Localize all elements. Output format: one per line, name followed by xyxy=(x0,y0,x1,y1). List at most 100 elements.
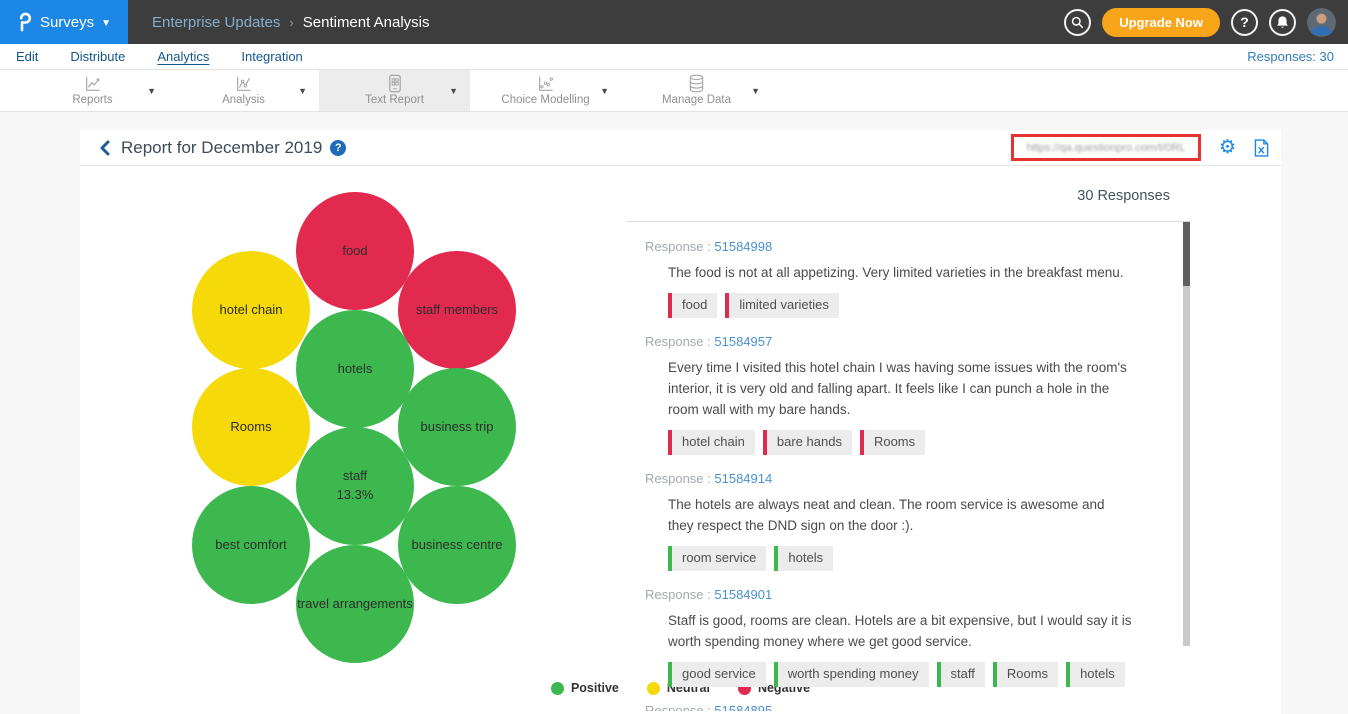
breadcrumb: Enterprise Updates › Sentiment Analysis xyxy=(152,0,429,44)
toolbar-item-manage-data[interactable]: Manage Data ▼ xyxy=(621,70,772,111)
response-label: Response : 51584998 xyxy=(645,239,1160,254)
bubble-staff[interactable]: staff13.3% xyxy=(296,427,414,545)
analytics-toolbar: Reports▼Analysis▼Text Report▼Choice Mode… xyxy=(0,70,1348,112)
bubble-chart: food hotel chain staff members hotels Rooms b… xyxy=(80,166,627,713)
response-tags: hotel chain bare hands Rooms xyxy=(668,430,1160,455)
settings-gear-icon[interactable]: ⚙ xyxy=(1219,138,1236,157)
sentiment-tag-limited-varieties[interactable]: limited varieties xyxy=(725,293,839,318)
chevron-down-icon[interactable]: ▼ xyxy=(449,86,458,96)
bubble-travel-arrangements[interactable]: travel arrangements xyxy=(296,545,414,663)
response-id-link[interactable]: 51584998 xyxy=(714,239,772,254)
sentiment-tag-food[interactable]: food xyxy=(668,293,717,318)
bubble-label: hotels xyxy=(338,360,373,379)
bubble-business-trip[interactable]: business trip xyxy=(398,368,516,486)
responses-panel: Response : 51584998The food is not at al… xyxy=(627,221,1190,711)
chevron-down-icon[interactable]: ▼ xyxy=(751,86,760,96)
bubble-rooms[interactable]: Rooms xyxy=(192,368,310,486)
sentiment-tag-good-service[interactable]: good service xyxy=(668,662,766,687)
toolbar-item-label: Manage Data xyxy=(662,94,731,106)
toolbar-item-analysis[interactable]: Analysis ▼ xyxy=(168,70,319,111)
bubble-label: hotel chain xyxy=(220,301,283,320)
response-id-link[interactable]: 51584914 xyxy=(714,471,772,486)
toolbar-item-reports[interactable]: Reports ▼ xyxy=(17,70,168,111)
share-url-text: https://qa.questionpro.com/t/0RL xyxy=(1026,142,1185,154)
notifications-button[interactable] xyxy=(1269,9,1296,36)
bubble-hotel-chain[interactable]: hotel chain xyxy=(192,251,310,369)
top-navigation-bar: Surveys ▼ Enterprise Updates › Sentiment… xyxy=(0,0,1348,44)
breadcrumb-parent-link[interactable]: Enterprise Updates xyxy=(152,14,280,31)
sentiment-tag-bare-hands[interactable]: bare hands xyxy=(763,430,852,455)
response-tags: room service hotels xyxy=(668,546,1160,571)
legend-item-positive: Positive xyxy=(551,681,619,695)
bubble-staff-members[interactable]: staff members xyxy=(398,251,516,369)
report-help-icon[interactable]: ? xyxy=(330,140,346,156)
help-button[interactable]: ? xyxy=(1231,9,1258,36)
bubble-hotels[interactable]: hotels xyxy=(296,310,414,428)
questionpro-logo-icon xyxy=(17,12,33,32)
share-url-box[interactable]: https://qa.questionpro.com/t/0RL xyxy=(1011,134,1201,161)
toolbar-item-choice-modelling[interactable]: Choice Modelling ▼ xyxy=(470,70,621,111)
survey-menu-bar: Edit Distribute Analytics Integration Respo… xyxy=(0,44,1348,70)
response-label: Response : 51584901 xyxy=(645,587,1160,602)
response-id-link[interactable]: 51584901 xyxy=(714,587,772,602)
sentiment-tag-hotels[interactable]: hotels xyxy=(774,546,833,571)
product-switcher[interactable]: Surveys ▼ xyxy=(0,0,128,44)
chevron-down-icon[interactable]: ▼ xyxy=(600,86,609,96)
upgrade-now-button[interactable]: Upgrade Now xyxy=(1102,8,1220,37)
report-body: foodhotel chainstaff membershotelsRoomsb… xyxy=(80,166,1281,713)
responses-section: 30 Responses Response : 51584998The food… xyxy=(627,166,1190,713)
menu-item-edit[interactable]: Edit xyxy=(16,49,38,64)
sentiment-tag-hotels[interactable]: hotels xyxy=(1066,662,1125,687)
report-header: Report for December 2019 ? https://qa.qu… xyxy=(80,130,1281,166)
toolbar-item-label: Choice Modelling xyxy=(501,94,589,106)
responses-count[interactable]: Responses: 30 xyxy=(1247,49,1334,64)
sentiment-tag-room-service[interactable]: room service xyxy=(668,546,766,571)
menu-item-distribute[interactable]: Distribute xyxy=(70,49,125,64)
export-document-icon xyxy=(1254,139,1269,157)
bubble-label: business centre xyxy=(411,536,502,555)
topbar-actions: Upgrade Now ? xyxy=(1064,0,1348,44)
user-avatar[interactable] xyxy=(1307,8,1336,37)
breadcrumb-current: Sentiment Analysis xyxy=(303,14,430,31)
response-item: Response : 51584901 Staff is good, rooms … xyxy=(645,587,1160,687)
response-id-link[interactable]: 51584895 xyxy=(714,703,772,711)
analysis-chart-icon xyxy=(234,75,253,93)
sentiment-tag-worth-spending-money[interactable]: worth spending money xyxy=(774,662,929,687)
sentiment-tag-rooms[interactable]: Rooms xyxy=(860,430,925,455)
choice-modelling-icon xyxy=(536,75,555,93)
search-icon xyxy=(1071,16,1084,29)
bubble-best-comfort[interactable]: best comfort xyxy=(192,486,310,604)
response-label: Response : 51584914 xyxy=(645,471,1160,486)
bubble-business-centre[interactable]: business centre xyxy=(398,486,516,604)
breadcrumb-separator: › xyxy=(289,15,293,30)
sentiment-tag-hotel-chain[interactable]: hotel chain xyxy=(668,430,755,455)
chevron-left-icon xyxy=(98,140,111,156)
chevron-down-icon[interactable]: ▼ xyxy=(147,86,156,96)
toolbar-item-text-report[interactable]: Text Report ▼ xyxy=(319,70,470,111)
toolbar-item-label: Reports xyxy=(72,94,112,106)
bubble-label: best comfort xyxy=(215,536,287,555)
bubble-label: staff members xyxy=(416,301,498,320)
chevron-down-icon[interactable]: ▼ xyxy=(298,86,307,96)
response-id-link[interactable]: 51584957 xyxy=(714,334,772,349)
response-label: Response : 51584957 xyxy=(645,334,1160,349)
bubble-label: Rooms xyxy=(230,418,271,437)
toolbar-item-label: Analysis xyxy=(222,94,265,106)
menu-item-analytics[interactable]: Analytics xyxy=(157,49,209,64)
search-button[interactable] xyxy=(1064,9,1091,36)
chevron-down-icon: ▼ xyxy=(101,18,111,29)
scrollbar-thumb[interactable] xyxy=(1183,222,1190,286)
toolbar-item-label: Text Report xyxy=(365,94,424,106)
text-report-icon xyxy=(388,75,402,93)
response-text: The hotels are always neat and clean. Th… xyxy=(668,494,1132,536)
sentiment-tag-rooms[interactable]: Rooms xyxy=(993,662,1058,687)
menu-item-integration[interactable]: Integration xyxy=(241,49,302,64)
export-report-button[interactable] xyxy=(1254,139,1269,157)
sentiment-tag-staff[interactable]: staff xyxy=(937,662,985,687)
report-title: Report for December 2019 xyxy=(121,138,322,158)
bubble-label: business trip xyxy=(421,418,494,437)
response-text: Staff is good, rooms are clean. Hotels a… xyxy=(668,610,1132,652)
back-button[interactable] xyxy=(98,140,111,156)
responses-header: 30 Responses xyxy=(627,166,1190,221)
bubble-food[interactable]: food xyxy=(296,192,414,310)
